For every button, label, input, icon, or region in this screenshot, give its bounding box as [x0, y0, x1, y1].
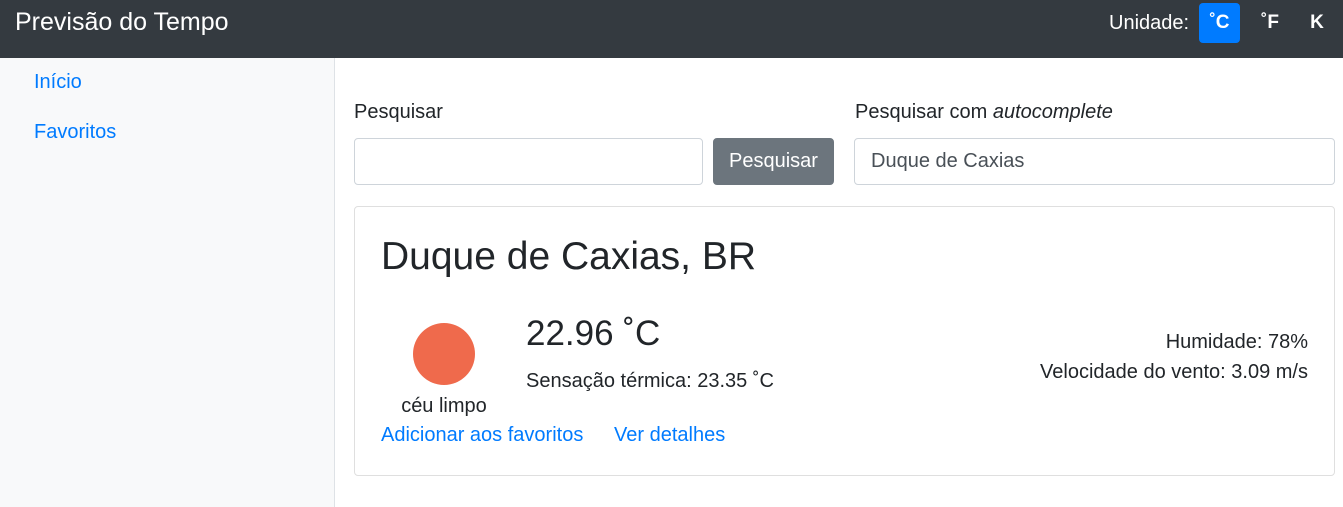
sidebar: Início Favoritos: [0, 58, 335, 507]
top-navbar: Previsão do Tempo Unidade: ˚C ˚F K: [0, 0, 1343, 58]
view-details-link[interactable]: Ver detalhes: [614, 423, 725, 447]
unit-label: Unidade:: [1109, 12, 1190, 34]
humidity-value: Humidade: 78%: [1165, 331, 1308, 353]
autocomplete-label-text: Pesquisar com: [855, 101, 993, 123]
autocomplete-input[interactable]: [854, 138, 1335, 185]
unit-celsius-button[interactable]: ˚C: [1199, 3, 1240, 43]
weather-description: céu limpo: [401, 395, 487, 417]
wind-speed-value: Velocidade do vento: 3.09 m/s: [1040, 361, 1308, 383]
clear-sky-sun-icon: [413, 323, 475, 385]
autocomplete-label: Pesquisar com autocomplete: [855, 100, 1113, 124]
search-button[interactable]: Pesquisar: [713, 138, 834, 185]
add-favorite-link[interactable]: Adicionar aos favoritos: [381, 423, 583, 447]
feels-like-value: Sensação térmica: 23.35 ˚C: [526, 370, 774, 392]
weather-details: Humidade: 78% Velocidade do vento: 3.09 …: [1040, 327, 1308, 387]
app-title[interactable]: Previsão do Tempo: [15, 7, 229, 37]
search-input[interactable]: [354, 138, 703, 185]
temperature-value: 22.96 ˚C: [526, 314, 661, 353]
location-title: Duque de Caxias, BR: [381, 235, 757, 278]
autocomplete-label-emphasis: autocomplete: [992, 101, 1113, 123]
sidebar-item-inicio[interactable]: Início: [34, 70, 82, 94]
weather-card: Duque de Caxias, BR céu limpo 22.96 ˚C S…: [354, 206, 1335, 476]
search-label: Pesquisar: [354, 101, 443, 123]
unit-fahrenheit-button[interactable]: ˚F: [1253, 3, 1287, 43]
sidebar-item-favoritos[interactable]: Favoritos: [34, 120, 116, 144]
unit-kelvin-button[interactable]: K: [1302, 3, 1332, 43]
